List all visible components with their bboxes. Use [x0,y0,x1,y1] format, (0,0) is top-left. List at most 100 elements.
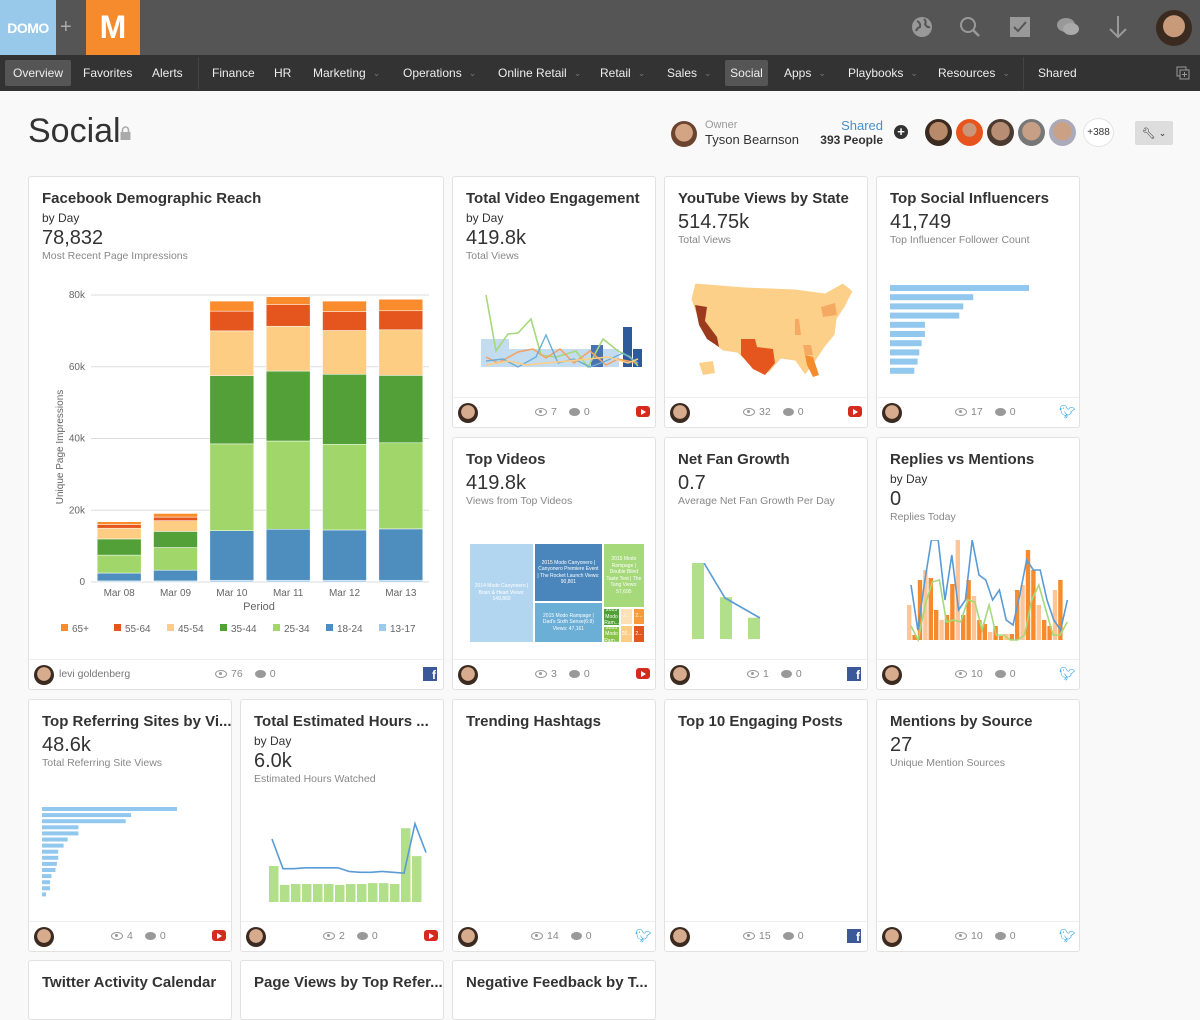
comment-icon[interactable] [994,932,1006,940]
card-title[interactable]: Replies vs Mentions [890,451,1034,468]
comment-icon[interactable] [356,932,368,940]
comment-icon[interactable] [144,932,156,940]
comment-icon[interactable] [994,408,1006,416]
treemap-tile[interactable]: 2... [620,608,633,625]
owner-avatar[interactable] [246,927,266,947]
shared-avatar[interactable] [1049,119,1076,146]
brand-logo[interactable]: M [86,0,140,55]
owner-avatar[interactable] [458,403,478,423]
treemap-tile[interactable]: 20... [620,625,633,643]
treemap-tile[interactable]: 2... [632,625,645,643]
shared-avatar[interactable] [1018,119,1045,146]
owner-avatar[interactable] [670,403,690,423]
card-title[interactable]: Mentions by Source [890,713,1033,730]
treemap-tile[interactable]: 2015 Modo Ram... [602,626,621,643]
card-title[interactable]: Net Fan Growth [678,451,790,468]
comment-icon[interactable] [994,670,1006,678]
download-icon[interactable] [1105,14,1131,40]
card-top-engaging-posts[interactable]: Top 10 Engaging Posts 15 0 f [664,699,868,952]
card-title[interactable]: Trending Hashtags [466,713,601,730]
treemap-tile[interactable]: 2015 Modo Canyonero | Canyonero Premiere… [534,543,603,602]
card-mentions-by-source[interactable]: Mentions by Source 27 Unique Mention Sou… [876,699,1080,952]
nav-hr[interactable]: HR [266,60,299,86]
nav-online-retail[interactable]: Online Retail ⌄ [490,60,589,86]
owner-avatar[interactable] [34,665,54,685]
nav-shared[interactable]: Shared [1030,60,1085,86]
comment-icon[interactable] [782,408,794,416]
nav-marketing[interactable]: Marketing ⌄ [305,60,388,86]
globe-icon[interactable] [909,14,935,40]
shared-avatar[interactable] [925,119,952,146]
card-facebook-demographic-reach[interactable]: Facebook Demographic Reach by Day 78,832… [28,176,444,690]
card-title[interactable]: Total Estimated Hours ... [254,713,429,730]
treemap-tile[interactable]: 2014 Modo Canyonero | Brain & Heart View… [469,543,535,643]
shared-avatar[interactable] [987,119,1014,146]
card-total-video-engagement[interactable]: Total Video Engagement by Day 419.8k Tot… [452,176,656,428]
card-page-views-by-top-referrers[interactable]: Page Views by Top Refer... [240,960,444,1020]
owner-name[interactable]: Tyson Bearnson [705,132,799,147]
word-cloud [453,800,656,910]
nav-finance[interactable]: Finance [204,60,263,86]
page-settings-button[interactable]: 🔧︎ ⌄ [1135,121,1173,145]
owner-avatar[interactable] [882,927,902,947]
card-trending-hashtags[interactable]: Trending Hashtags 14 0 🐦︎ [452,699,656,952]
card-youtube-views-by-state[interactable]: YouTube Views by State 514.75k Total Vie… [664,176,868,428]
owner-avatar[interactable] [34,927,54,947]
shared-label[interactable]: Shared [820,118,883,133]
comment-icon[interactable] [568,670,580,678]
tasks-icon[interactable] [1007,14,1033,40]
treemap-tile[interactable]: 2015 Modo Ram... [602,608,621,626]
treemap-tile[interactable]: 2015 Modo Rampage | Dad's Sixth Sense(6:… [534,602,603,643]
user-avatar[interactable] [1156,10,1192,46]
card-top-videos[interactable]: Top Videos 419.8k Views from Top Videos … [452,437,656,690]
owner-avatar[interactable] [670,927,690,947]
card-twitter-activity-calendar[interactable]: Twitter Activity Calendar [28,960,232,1020]
card-title[interactable]: Top Videos [466,451,545,468]
comment-icon[interactable] [782,932,794,940]
comment-icon[interactable] [568,408,580,416]
comment-icon[interactable] [780,670,792,678]
nav-apps[interactable]: Apps ⌄ [776,60,834,86]
card-title[interactable]: Top Social Influencers [890,190,1049,207]
nav-sales[interactable]: Sales ⌄ [659,60,720,86]
owner-avatar[interactable] [670,665,690,685]
nav-resources[interactable]: Resources ⌄ [930,60,1018,86]
owner-avatar[interactable] [671,121,697,147]
card-top-referring-sites[interactable]: Top Referring Sites by Vi... 48.6k Total… [28,699,232,952]
card-title[interactable]: Negative Feedback by T... [466,974,648,991]
card-negative-feedback[interactable]: Negative Feedback by T... [452,960,656,1020]
domo-logo[interactable]: DOMO [0,0,56,55]
nav-overview[interactable]: Overview [5,60,72,86]
card-title[interactable]: Page Views by Top Refer... [254,974,443,991]
search-icon[interactable] [957,14,983,40]
card-net-fan-growth[interactable]: Net Fan Growth 0.7 Average Net Fan Growt… [664,437,868,690]
nav-playbooks[interactable]: Playbooks ⌄ [840,60,926,86]
card-top-social-influencers[interactable]: Top Social Influencers 41,749 Top Influe… [876,176,1080,428]
card-title[interactable]: YouTube Views by State [678,190,849,207]
nav-retail[interactable]: Retail ⌄ [592,60,653,86]
card-title[interactable]: Top 10 Engaging Posts [678,713,843,730]
more-people-badge[interactable]: +388 [1083,118,1114,147]
owner-avatar[interactable] [458,665,478,685]
treemap-tile[interactable]: 2015 Modo Rampage | Double Blind Taste T… [602,543,645,608]
add-page-icon[interactable] [1176,66,1190,85]
card-total-estimated-hours[interactable]: Total Estimated Hours ... by Day 6.0k Es… [240,699,444,952]
card-replies-vs-mentions[interactable]: Replies vs Mentions by Day 0 Replies Tod… [876,437,1080,690]
card-title[interactable]: Total Video Engagement [466,190,640,207]
card-title[interactable]: Top Referring Sites by Vi... [42,713,231,730]
chat-icon[interactable] [1055,14,1081,40]
comment-icon[interactable] [570,932,582,940]
owner-avatar[interactable] [458,927,478,947]
nav-social[interactable]: Social [725,60,768,86]
treemap-tile[interactable]: 2... [632,608,645,625]
add-person-button[interactable]: + [894,125,908,139]
shared-avatar[interactable] [956,119,983,146]
owner-avatar[interactable] [882,403,902,423]
card-title[interactable]: Twitter Activity Calendar [42,974,216,991]
comment-icon[interactable] [254,670,266,678]
nav-favorites[interactable]: Favorites [75,60,140,86]
owner-avatar[interactable] [882,665,902,685]
nav-operations[interactable]: Operations ⌄ [395,60,484,86]
nav-alerts[interactable]: Alerts [144,60,191,86]
card-title[interactable]: Facebook Demographic Reach [42,190,261,207]
